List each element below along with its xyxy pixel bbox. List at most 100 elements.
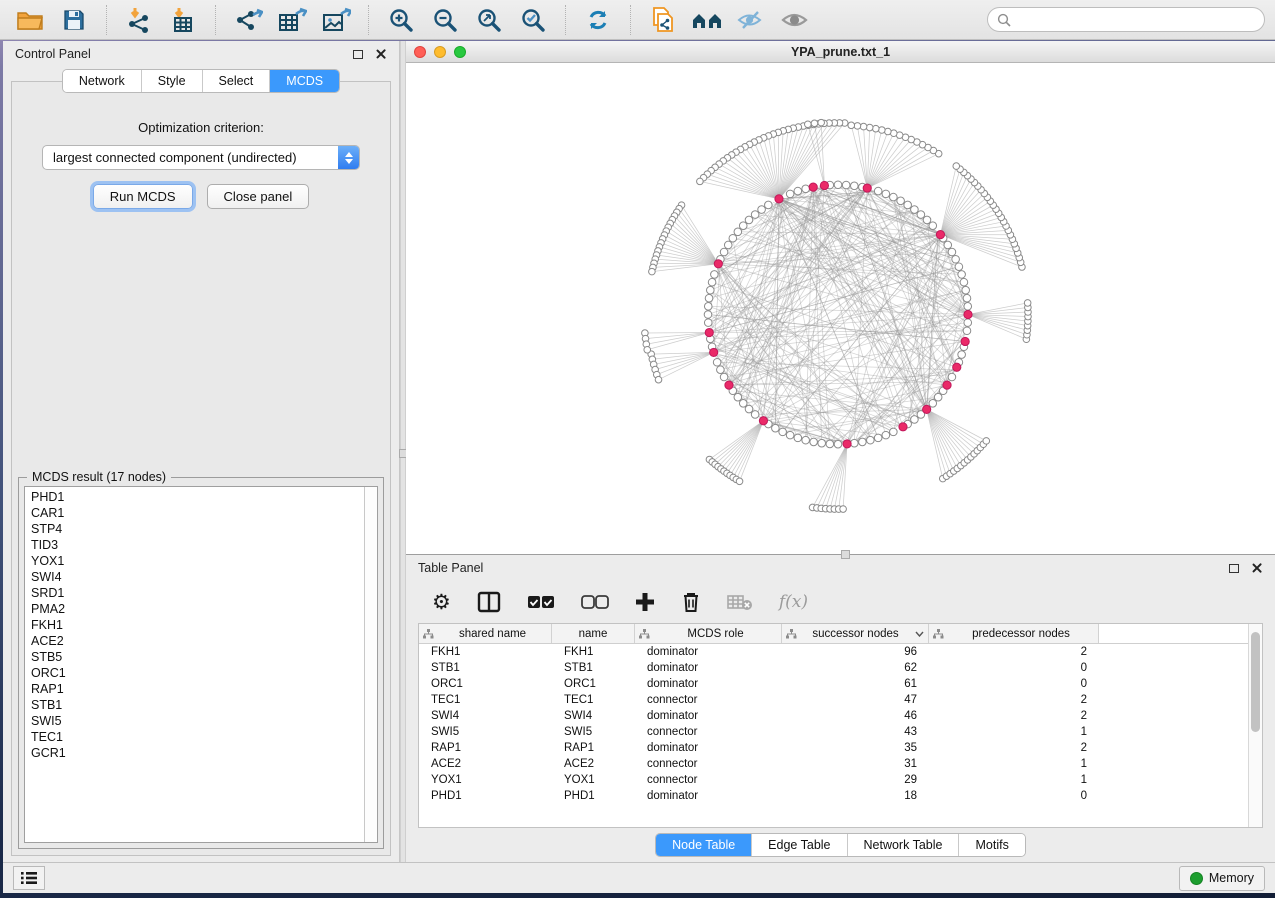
tab-mcds[interactable]: MCDS <box>270 70 339 92</box>
mcds-node[interactable] <box>705 328 713 336</box>
settings-gear-icon[interactable]: ⚙ <box>432 592 451 613</box>
tab-motifs[interactable]: Motifs <box>959 834 1024 856</box>
mcds-node[interactable] <box>775 195 783 203</box>
table-row[interactable]: SWI4SWI4dominator462 <box>419 708 1248 724</box>
dropdown-selected-value: largest connected component (undirected) <box>43 150 338 165</box>
mcds-result-item[interactable]: RAP1 <box>31 681 364 697</box>
memory-button[interactable]: Memory <box>1179 866 1265 891</box>
table-row[interactable]: PHD1PHD1dominator180 <box>419 788 1248 804</box>
horizontal-splitter-grip[interactable] <box>841 550 850 559</box>
mcds-list-scrollbar[interactable] <box>364 487 377 842</box>
mcds-result-item[interactable]: STB1 <box>31 697 364 713</box>
table-row[interactable]: TEC1TEC1connector472 <box>419 692 1248 708</box>
delete-column-icon[interactable] <box>681 591 701 613</box>
column-header-shared-name[interactable]: shared name <box>419 624 552 643</box>
mcds-node[interactable] <box>843 440 851 448</box>
deselect-all-icon[interactable] <box>581 595 609 609</box>
column-header-MCDS-role[interactable]: MCDS role <box>635 624 782 643</box>
import-network-button[interactable] <box>119 3 159 37</box>
mcds-result-item[interactable]: ACE2 <box>31 633 364 649</box>
tab-node-table[interactable]: Node Table <box>656 834 752 856</box>
tab-network[interactable]: Network <box>63 70 142 92</box>
mcds-node[interactable] <box>923 405 931 413</box>
mcds-result-item[interactable]: TEC1 <box>31 729 364 745</box>
float-panel-icon[interactable] <box>353 50 363 59</box>
mcds-node[interactable] <box>863 184 871 192</box>
mcds-node[interactable] <box>899 423 907 431</box>
column-view-icon[interactable] <box>477 591 501 613</box>
mcds-result-item[interactable]: STB5 <box>31 649 364 665</box>
table-row[interactable]: FKH1FKH1dominator962 <box>419 644 1248 660</box>
show-all-button[interactable] <box>775 3 815 37</box>
table-row[interactable]: SWI5SWI5connector431 <box>419 724 1248 740</box>
mcds-result-item[interactable]: SRD1 <box>31 585 364 601</box>
select-all-icon[interactable] <box>527 595 555 609</box>
mcds-result-item[interactable]: SWI4 <box>31 569 364 585</box>
search-input[interactable] <box>1016 13 1255 27</box>
mcds-node[interactable] <box>953 363 961 371</box>
mcds-node[interactable] <box>820 181 828 189</box>
mcds-node[interactable] <box>809 183 817 191</box>
open-file-button[interactable] <box>10 3 50 37</box>
mcds-result-item[interactable]: PMA2 <box>31 601 364 617</box>
table-row[interactable]: ORC1ORC1dominator610 <box>419 676 1248 692</box>
status-bar: Memory <box>3 862 1275 893</box>
mcds-result-item[interactable]: STP4 <box>31 521 364 537</box>
zoom-out-button[interactable] <box>425 3 465 37</box>
tab-select[interactable]: Select <box>203 70 271 92</box>
refresh-button[interactable] <box>578 3 618 37</box>
add-column-icon[interactable] <box>635 592 655 612</box>
network-window-titlebar[interactable]: YPA_prune.txt_1 <box>406 41 1275 63</box>
mcds-result-item[interactable]: SWI5 <box>31 713 364 729</box>
zoom-in-button[interactable] <box>381 3 421 37</box>
table-scrollbar-thumb[interactable] <box>1251 632 1260 732</box>
mcds-node[interactable] <box>961 337 969 345</box>
mcds-result-item[interactable]: CAR1 <box>31 505 364 521</box>
close-panel-button[interactable]: Close panel <box>207 184 310 209</box>
tab-network-table[interactable]: Network Table <box>848 834 960 856</box>
mcds-node[interactable] <box>725 381 733 389</box>
export-table-button[interactable] <box>272 3 312 37</box>
panel-list-button[interactable] <box>13 866 45 890</box>
mcds-node[interactable] <box>759 417 767 425</box>
mcds-result-item[interactable]: PHD1 <box>31 489 364 505</box>
close-table-panel-icon[interactable] <box>1251 562 1263 574</box>
column-header-successor-nodes[interactable]: successor nodes <box>782 624 929 643</box>
optimization-criterion-dropdown[interactable]: largest connected component (undirected) <box>42 145 360 170</box>
column-header-predecessor-nodes[interactable]: predecessor nodes <box>929 624 1099 643</box>
column-header-name[interactable]: name <box>552 624 635 643</box>
network-graph[interactable] <box>406 63 1275 554</box>
run-mcds-button[interactable]: Run MCDS <box>93 184 193 209</box>
mcds-result-item[interactable]: FKH1 <box>31 617 364 633</box>
save-session-button[interactable] <box>54 3 94 37</box>
search-box[interactable] <box>987 7 1265 32</box>
mcds-node[interactable] <box>936 231 944 239</box>
zoom-selected-button[interactable] <box>513 3 553 37</box>
network-canvas[interactable] <box>406 63 1275 554</box>
table-row[interactable]: STB1STB1dominator620 <box>419 660 1248 676</box>
mcds-result-item[interactable]: TID3 <box>31 537 364 553</box>
table-row[interactable]: ACE2ACE2connector311 <box>419 756 1248 772</box>
mcds-node[interactable] <box>943 381 951 389</box>
table-scrollbar[interactable] <box>1248 624 1262 827</box>
table-row[interactable]: RAP1RAP1dominator352 <box>419 740 1248 756</box>
table-row[interactable]: YOX1YOX1connector291 <box>419 772 1248 788</box>
export-network-button[interactable] <box>228 3 268 37</box>
mcds-node[interactable] <box>714 260 722 268</box>
tab-edge-table[interactable]: Edge Table <box>752 834 847 856</box>
zoom-fit-button[interactable] <box>469 3 509 37</box>
first-neighbors-button[interactable] <box>687 3 727 37</box>
import-table-button[interactable] <box>163 3 203 37</box>
float-table-panel-icon[interactable] <box>1229 564 1239 573</box>
mcds-result-item[interactable]: GCR1 <box>31 745 364 761</box>
hide-selected-button[interactable] <box>731 3 771 37</box>
export-image-button[interactable] <box>316 3 356 37</box>
mcds-node[interactable] <box>710 348 718 356</box>
optimization-criterion-label: Optimization criterion: <box>12 120 390 135</box>
close-panel-icon[interactable] <box>375 48 387 60</box>
tab-style[interactable]: Style <box>142 70 203 92</box>
mcds-result-item[interactable]: ORC1 <box>31 665 364 681</box>
mcds-result-item[interactable]: YOX1 <box>31 553 364 569</box>
new-network-from-selection-button[interactable] <box>643 3 683 37</box>
mcds-node[interactable] <box>964 310 972 318</box>
